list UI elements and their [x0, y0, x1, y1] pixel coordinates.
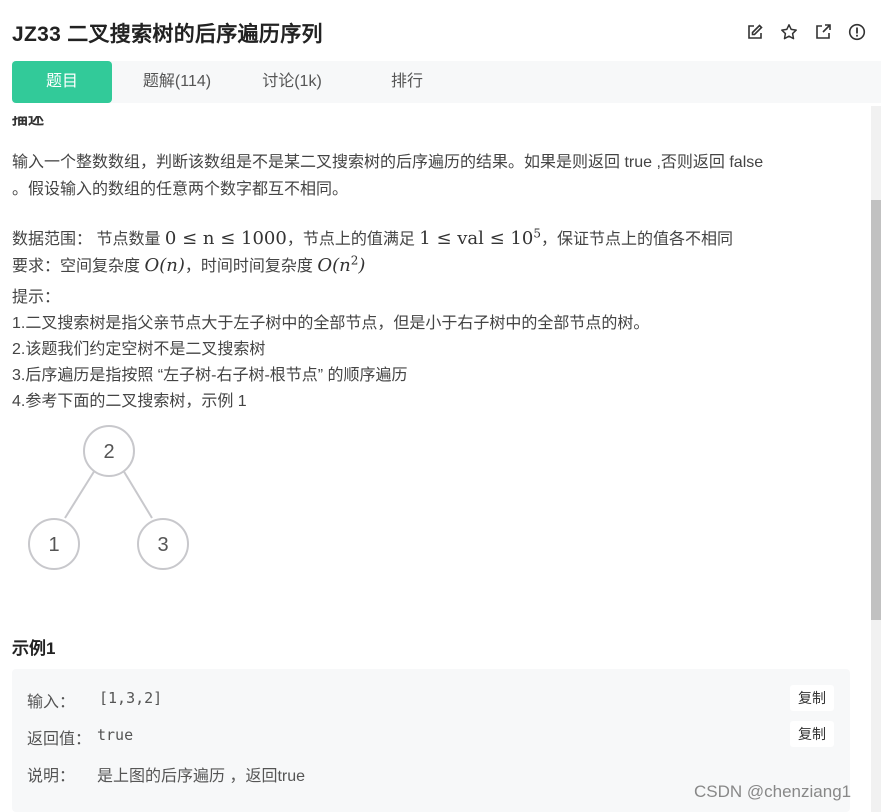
req-time: O(n — [317, 255, 351, 276]
page-title: JZ33 二叉搜索树的后序遍历序列 — [12, 23, 323, 46]
tree-node-root-label: 2 — [103, 441, 114, 463]
hint-label: 提示： — [12, 289, 61, 306]
tab-solutions[interactable]: 题解(114) — [122, 61, 232, 103]
req-prefix: 要求：空间复杂度 — [12, 258, 145, 275]
header-toolbar — [745, 22, 867, 42]
range-sup: 5 — [533, 226, 541, 241]
copy-input-button[interactable]: 复制 — [790, 685, 834, 711]
edit-icon[interactable] — [745, 22, 765, 42]
range-suffix: ，保证节点上的值各不相同 — [540, 231, 733, 248]
example-heading: 示例1 — [12, 639, 56, 658]
description-paragraph-cont: 。假设输入的数组的任意两个数字都互不相同。 — [12, 181, 349, 198]
tab-problem[interactable]: 题目 — [12, 61, 112, 103]
copy-return-button[interactable]: 复制 — [790, 721, 834, 747]
return-value: true — [97, 726, 134, 744]
tree-edge-right — [122, 469, 153, 519]
description-paragraph: 输入一个整数数组，判断该数组是不是某二叉搜索树的后序遍历的结果。如果是则返回 t… — [12, 154, 764, 171]
bst-diagram: 2 1 3 — [28, 425, 189, 570]
external-link-icon[interactable] — [813, 22, 833, 42]
range-math-val: 1 ≤ val ≤ 10 — [419, 228, 534, 249]
input-label: 输入： — [27, 694, 76, 711]
tab-discussion[interactable]: 讨论(1k) — [247, 61, 337, 103]
hint-item: 2.该题我们约定空树不是二叉搜索树 — [12, 341, 266, 358]
star-icon[interactable] — [779, 22, 799, 42]
data-range-line: 数据范围： 节点数量 0 ≤ n ≤ 1000，节点上的值满足 1 ≤ val … — [12, 225, 733, 249]
req-time-end: ) — [358, 255, 366, 276]
tree-edge-left — [64, 469, 96, 519]
tree-node-right-label: 3 — [157, 534, 168, 556]
range-math-n: 0 ≤ n ≤ 1000 — [164, 228, 287, 249]
return-label: 返回值： — [27, 731, 92, 748]
explain-label: 说明： — [27, 768, 76, 785]
scrollbar-thumb[interactable] — [871, 200, 881, 620]
hint-item: 1.二叉搜索树是指父亲节点大于左子树中的全部节点，但是小于右子树中的全部节点的树… — [12, 315, 650, 332]
info-icon[interactable] — [847, 22, 867, 42]
range-prefix: 数据范围： 节点数量 — [12, 231, 165, 248]
hint-item: 4.参考下面的二叉搜索树，示例 1 — [12, 393, 247, 410]
explain-value: 是上图的后序遍历 ，返回true — [97, 768, 306, 785]
requirement-line: 要求：空间复杂度 O(n)，时间时间复杂度 O(n2) — [12, 252, 365, 276]
watermark: CSDN @chenziang1 — [694, 782, 852, 801]
tab-bar: 题目 题解(114) 讨论(1k) 排行 — [12, 61, 881, 103]
req-mid: ，时间时间复杂度 — [184, 258, 318, 275]
tab-ranking[interactable]: 排行 — [372, 61, 442, 103]
input-value: [1,3,2] — [99, 689, 163, 707]
hint-item: 3.后序遍历是指按照 “左子树-右子树-根节点” 的顺序遍历 — [12, 367, 408, 384]
req-space: O(n) — [144, 255, 185, 276]
tree-node-left-label: 1 — [48, 534, 59, 556]
range-mid: ，节点上的值满足 — [286, 231, 420, 248]
description-heading: 描述 — [12, 111, 45, 128]
